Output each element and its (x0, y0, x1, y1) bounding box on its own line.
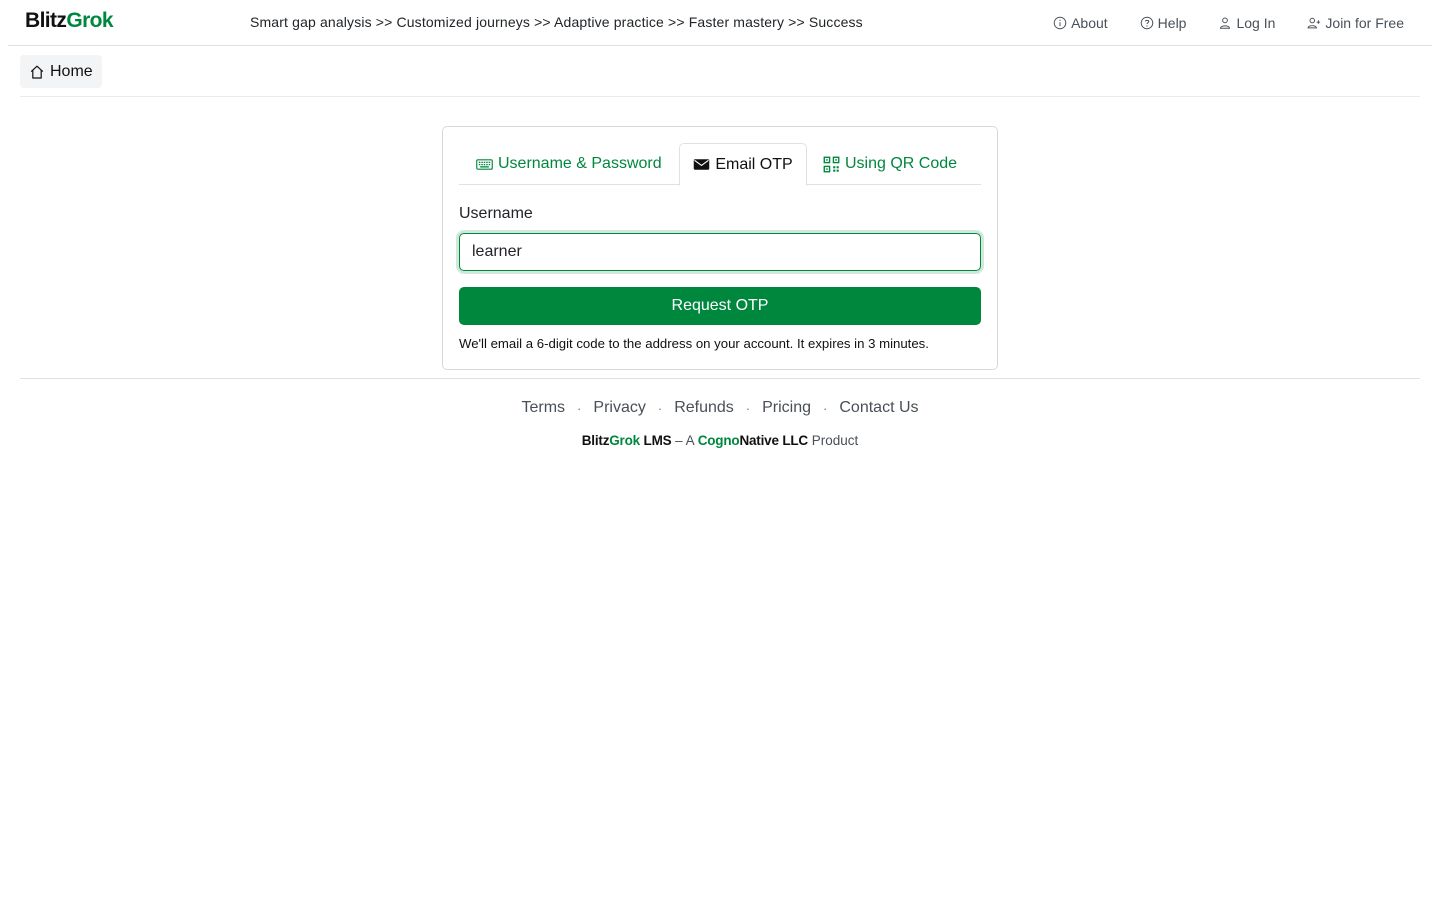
nav-join[interactable]: Join for Free (1307, 15, 1404, 31)
copyright-a: – A (671, 433, 698, 448)
footer-separator: · (657, 400, 663, 416)
nav-help-label: Help (1157, 15, 1187, 31)
copyright-native: Native LLC (739, 433, 808, 448)
keyboard-icon (476, 158, 493, 170)
tab-email-otp-label: Email OTP (715, 155, 793, 173)
home-label: Home (50, 62, 93, 80)
username-input[interactable] (459, 233, 981, 271)
username-label: Username (459, 205, 533, 222)
brand-logo[interactable]: BlitzGrok (25, 9, 114, 33)
copyright-blitz: Blitz (581, 433, 610, 448)
copyright-product: Product (807, 433, 859, 448)
question-circle-icon (1140, 16, 1153, 30)
footer-separator: · (577, 400, 582, 416)
nav-login-label: Log In (1236, 15, 1276, 31)
footer-link-contact[interactable]: Contact Us (839, 399, 918, 417)
tab-qr-code[interactable]: Using QR Code (823, 143, 957, 185)
copyright-grok: Grok (609, 433, 640, 448)
footer-link-pricing[interactable]: Pricing (762, 399, 811, 417)
otp-hint-text: We'll email a 6-digit code to the addres… (459, 336, 929, 351)
footer: Terms · Privacy · Refunds · Pricing · Co… (20, 378, 1420, 448)
copyright-line: BlitzGrok LMS – A CognoNative LLC Produc… (20, 433, 1420, 448)
house-icon (30, 65, 44, 79)
nav-about[interactable]: About (1053, 15, 1108, 31)
footer-link-terms[interactable]: Terms (521, 399, 565, 417)
breadcrumb-bar: Home (20, 46, 1420, 97)
info-circle-icon (1053, 16, 1067, 30)
copyright-cogno: Cogno (697, 433, 740, 448)
footer-link-refunds[interactable]: Refunds (674, 399, 734, 417)
tab-username-password[interactable]: Username & Password (476, 143, 662, 185)
footer-separator: · (745, 400, 751, 416)
nav-help[interactable]: Help (1140, 15, 1187, 31)
brand-text-blitz: Blitz (25, 9, 67, 32)
person-plus-icon (1307, 17, 1321, 29)
tab-username-password-label: Username & Password (498, 155, 662, 172)
envelope-icon (694, 159, 710, 170)
footer-links: Terms · Privacy · Refunds · Pricing · Co… (20, 399, 1420, 417)
qr-code-icon (823, 156, 840, 172)
top-nav-links: About Help Log In Join for Free (1053, 15, 1404, 31)
home-button[interactable]: Home (20, 55, 102, 88)
request-otp-button[interactable]: Request OTP (459, 287, 981, 325)
tab-qr-code-label: Using QR Code (845, 155, 958, 172)
nav-about-label: About (1071, 15, 1108, 31)
copyright-lms: LMS (639, 433, 672, 448)
login-method-tabs: Username & Password Email OTP Using QR C… (459, 143, 981, 186)
person-icon (1220, 17, 1231, 29)
footer-separator: · (823, 400, 828, 416)
login-card: Username & Password Email OTP Using QR C… (442, 126, 998, 370)
tagline: Smart gap analysis >> Customized journey… (250, 14, 863, 30)
tab-email-otp[interactable]: Email OTP (679, 143, 807, 186)
footer-link-privacy[interactable]: Privacy (593, 399, 645, 417)
nav-join-label: Join for Free (1325, 15, 1404, 31)
brand-text-grok: Grok (66, 9, 113, 32)
nav-login[interactable]: Log In (1218, 15, 1275, 31)
top-navbar: BlitzGrok Smart gap analysis >> Customiz… (8, 0, 1432, 46)
